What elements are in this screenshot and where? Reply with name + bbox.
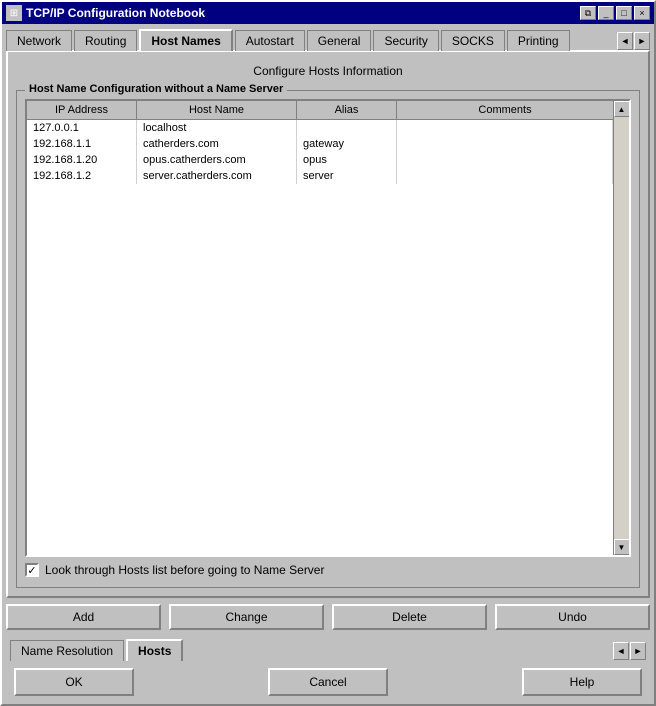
add-button[interactable]: Add bbox=[6, 604, 161, 630]
table-body: 127.0.0.1 localhost 192.168.1.1 catherde… bbox=[27, 120, 613, 555]
table-row[interactable]: 192.168.1.2 server.catherders.com server bbox=[27, 168, 613, 184]
copy-button[interactable]: ⧉ bbox=[580, 6, 596, 20]
tab-scroll-buttons: ◄ ► bbox=[617, 32, 650, 50]
delete-button[interactable]: Delete bbox=[332, 604, 487, 630]
checkbox-label: Look through Hosts list before going to … bbox=[45, 563, 324, 577]
cell-ip-3: 192.168.1.2 bbox=[27, 168, 137, 184]
cell-hostname-2: opus.catherders.com bbox=[137, 152, 297, 168]
vertical-scrollbar: ▲ ▼ bbox=[613, 101, 629, 555]
tab-printing[interactable]: Printing bbox=[507, 30, 570, 51]
bottom-tab-scroll: ◄ ► bbox=[613, 642, 646, 660]
tab-autostart[interactable]: Autostart bbox=[235, 30, 305, 51]
tab-scroll-right[interactable]: ► bbox=[634, 32, 650, 50]
bottom-tab-bar: Name Resolution Hosts ◄ ► bbox=[6, 636, 650, 660]
cell-alias-0 bbox=[297, 120, 397, 136]
group-title: Host Name Configuration without a Name S… bbox=[25, 83, 287, 95]
undo-button[interactable]: Undo bbox=[495, 604, 650, 630]
change-button[interactable]: Change bbox=[169, 604, 324, 630]
cell-comments-2 bbox=[397, 152, 613, 168]
scroll-up-button[interactable]: ▲ bbox=[614, 101, 630, 117]
cancel-button[interactable]: Cancel bbox=[268, 668, 388, 696]
cell-hostname-1: catherders.com bbox=[137, 136, 297, 152]
header-hostname: Host Name bbox=[137, 101, 297, 119]
tab-security[interactable]: Security bbox=[373, 30, 438, 51]
bottom-tab-scroll-left[interactable]: ◄ bbox=[613, 642, 629, 660]
tab-routing[interactable]: Routing bbox=[74, 30, 137, 51]
checkbox-row: ✓ Look through Hosts list before going t… bbox=[25, 557, 631, 579]
header-ip: IP Address bbox=[27, 101, 137, 119]
look-through-hosts-checkbox[interactable]: ✓ bbox=[25, 563, 39, 577]
configure-label: Configure Hosts Information bbox=[16, 60, 640, 82]
tab-hostnames[interactable]: Host Names bbox=[139, 29, 232, 51]
table-row[interactable]: 127.0.0.1 localhost bbox=[27, 120, 613, 136]
scroll-down-button[interactable]: ▼ bbox=[614, 539, 630, 555]
cell-comments-3 bbox=[397, 168, 613, 184]
cell-ip-2: 192.168.1.20 bbox=[27, 152, 137, 168]
table-header: IP Address Host Name Alias Comments bbox=[27, 101, 613, 120]
action-buttons: Add Change Delete Undo bbox=[2, 598, 654, 636]
title-bar: ⊞ TCP/IP Configuration Notebook ⧉ _ □ × bbox=[2, 2, 654, 24]
cell-ip-1: 192.168.1.1 bbox=[27, 136, 137, 152]
cell-hostname-0: localhost bbox=[137, 120, 297, 136]
close-button[interactable]: × bbox=[634, 6, 650, 20]
group-box: Host Name Configuration without a Name S… bbox=[16, 90, 640, 588]
title-buttons: ⧉ _ □ × bbox=[580, 6, 650, 20]
minimize-button[interactable]: _ bbox=[598, 6, 614, 20]
help-button[interactable]: Help bbox=[522, 668, 642, 696]
table-scroll-container: IP Address Host Name Alias Comments 127.… bbox=[27, 101, 629, 555]
main-window: ⊞ TCP/IP Configuration Notebook ⧉ _ □ × … bbox=[0, 0, 656, 706]
cell-hostname-3: server.catherders.com bbox=[137, 168, 297, 184]
window-icon: ⊞ bbox=[6, 5, 22, 21]
header-comments: Comments bbox=[397, 101, 613, 119]
tab-hosts[interactable]: Hosts bbox=[126, 639, 183, 661]
header-alias: Alias bbox=[297, 101, 397, 119]
hosts-table: IP Address Host Name Alias Comments 127.… bbox=[25, 99, 631, 557]
scroll-track bbox=[614, 117, 630, 539]
bottom-tab-scroll-right[interactable]: ► bbox=[630, 642, 646, 660]
main-tab-bar: Network Routing Host Names Autostart Gen… bbox=[2, 24, 654, 50]
title-bar-left: ⊞ TCP/IP Configuration Notebook bbox=[6, 5, 205, 21]
restore-button[interactable]: □ bbox=[616, 6, 632, 20]
cell-comments-1 bbox=[397, 136, 613, 152]
ok-button[interactable]: OK bbox=[14, 668, 134, 696]
table-row[interactable]: 192.168.1.20 opus.catherders.com opus bbox=[27, 152, 613, 168]
window-title: TCP/IP Configuration Notebook bbox=[26, 6, 205, 20]
cell-comments-0 bbox=[397, 120, 613, 136]
cell-alias-3: server bbox=[297, 168, 397, 184]
tab-scroll-left[interactable]: ◄ bbox=[617, 32, 633, 50]
tab-general[interactable]: General bbox=[307, 30, 372, 51]
cell-alias-2: opus bbox=[297, 152, 397, 168]
content-area: Configure Hosts Information Host Name Co… bbox=[6, 50, 650, 598]
cell-ip-0: 127.0.0.1 bbox=[27, 120, 137, 136]
footer-buttons: OK Cancel Help bbox=[2, 660, 654, 704]
tab-name-resolution[interactable]: Name Resolution bbox=[10, 640, 124, 661]
table-row[interactable]: 192.168.1.1 catherders.com gateway bbox=[27, 136, 613, 152]
tab-socks[interactable]: SOCKS bbox=[441, 30, 505, 51]
tab-network[interactable]: Network bbox=[6, 30, 72, 51]
cell-alias-1: gateway bbox=[297, 136, 397, 152]
